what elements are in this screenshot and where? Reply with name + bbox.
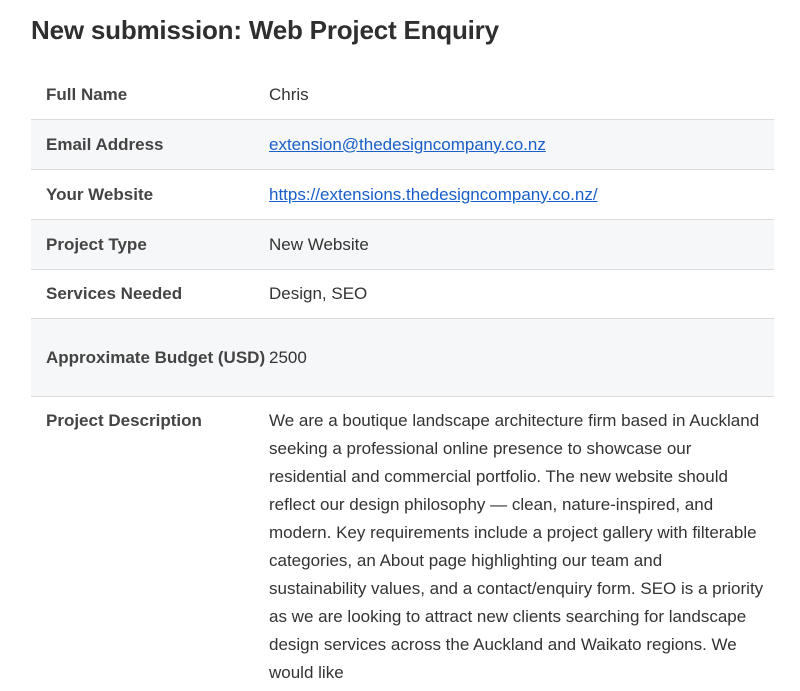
field-value-budget: 2500: [269, 347, 307, 367]
field-label-description: Project Description: [46, 411, 202, 430]
table-row-project-type: Project Type New Website: [31, 220, 774, 270]
table-row-website: Your Website https://extensions.thedesig…: [31, 170, 774, 220]
field-value-email: extension@thedesigncompany.co.nz: [269, 131, 774, 159]
field-value-website: https://extensions.thedesigncompany.co.n…: [269, 181, 774, 209]
email-body: New submission: Web Project Enquiry Full…: [0, 0, 800, 691]
website-link[interactable]: https://extensions.thedesigncompany.co.n…: [269, 185, 598, 204]
field-value-services: Design, SEO: [269, 284, 368, 303]
page-title: New submission: Web Project Enquiry: [31, 15, 499, 45]
table-row-full-name: Full Name Chris: [31, 71, 774, 120]
table-row-email: Email Address extension@thedesigncompany…: [31, 120, 774, 170]
field-value-description: We are a boutique landscape architecture…: [269, 411, 764, 682]
field-value-project-type: New Website: [269, 234, 369, 254]
field-label-full-name: Full Name: [46, 85, 128, 104]
field-label-services: Services Needed: [46, 284, 183, 303]
table-row-description: Project Description We are a boutique la…: [31, 397, 774, 687]
field-label-project-type: Project Type: [46, 234, 147, 254]
field-label-budget: Approximate Budget (USD): [46, 347, 266, 367]
field-label-website: Your Website: [46, 184, 154, 204]
field-value-full-name: Chris: [269, 85, 309, 104]
table-row-budget: Approximate Budget (USD) 2500: [31, 319, 774, 397]
table-row-services: Services Needed Design, SEO: [31, 270, 774, 319]
email-link[interactable]: extension@thedesigncompany.co.nz: [269, 135, 546, 154]
field-label-email: Email Address: [46, 134, 164, 154]
submission-table: Full Name Chris Email Address extension@…: [31, 71, 774, 687]
